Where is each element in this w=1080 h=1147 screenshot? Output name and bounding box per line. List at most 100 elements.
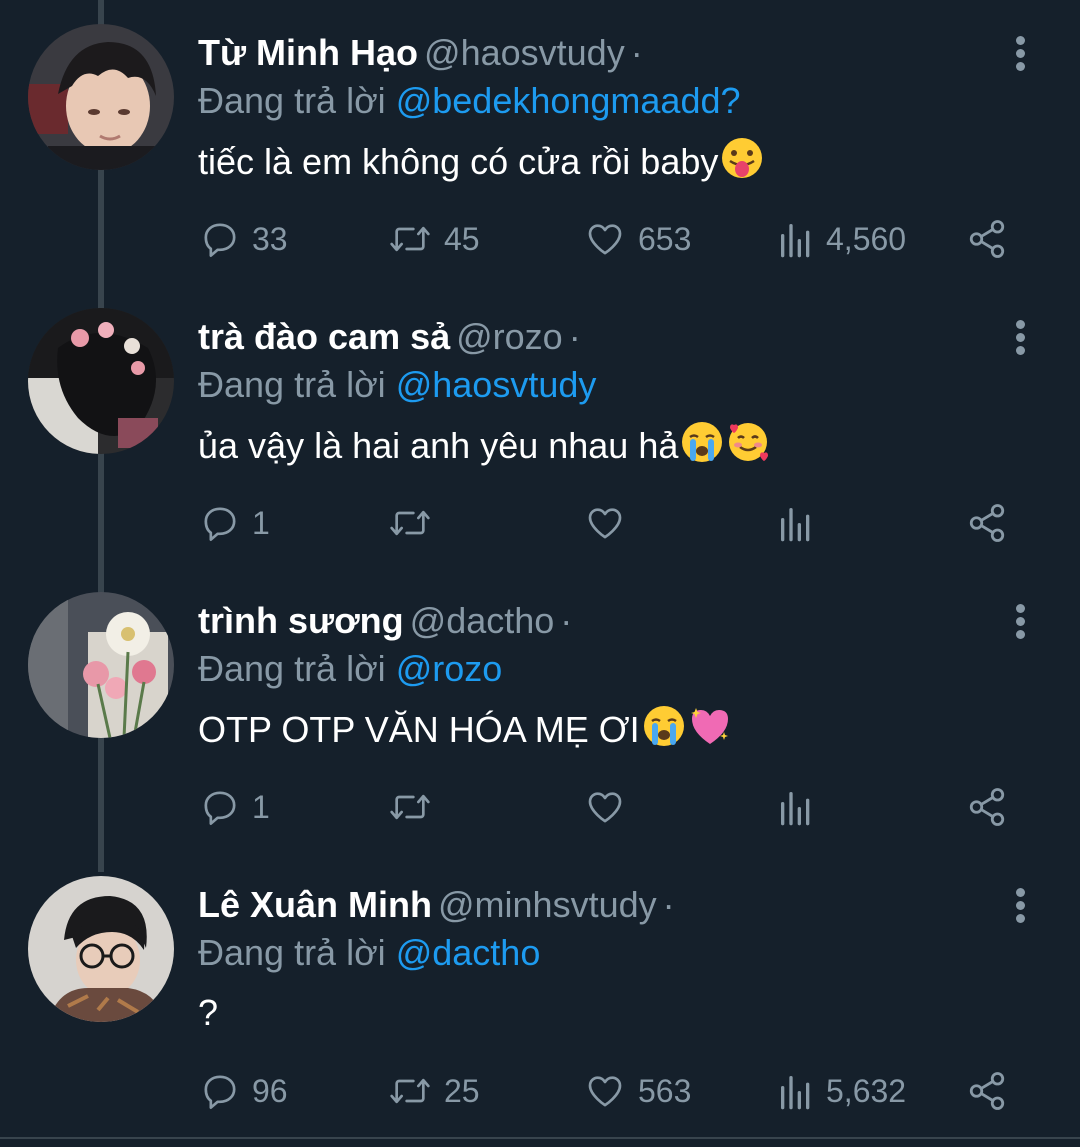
tweet-text-content: OTP OTP VĂN HÓA MẸ ƠI — [198, 709, 640, 750]
reply-button[interactable]: 1 — [200, 782, 270, 832]
tweet-text-content: ủa vậy là hai anh yêu nhau hả — [198, 425, 679, 466]
tweet-actions: 1 — [198, 498, 1028, 548]
share-button[interactable] — [966, 214, 1008, 264]
retweet-button[interactable] — [388, 498, 444, 548]
separator-dot: · — [560, 600, 573, 641]
tweet-header: Từ Minh Hạo @haosvtudy · — [198, 28, 643, 78]
replying-to-label: Đang trả lời — [198, 648, 386, 689]
heart-icon — [584, 1071, 626, 1111]
views-button[interactable] — [778, 782, 826, 832]
retweet-count: 25 — [444, 1072, 480, 1109]
share-icon — [966, 218, 1008, 260]
share-button[interactable] — [966, 498, 1008, 548]
replying-to-label: Đang trả lời — [198, 932, 386, 973]
replying-to-label: Đang trả lời — [198, 364, 386, 405]
replying-to-label: Đang trả lời — [198, 80, 386, 121]
share-icon — [966, 1070, 1008, 1112]
tweet-card[interactable]: trình sương @dactho · Đang trả lời @rozo O… — [0, 568, 1080, 852]
reply-button[interactable]: 96 — [200, 1066, 288, 1116]
analytics-icon — [778, 1071, 814, 1111]
retweet-icon — [388, 503, 432, 543]
reply-thread: Từ Minh Hạo @haosvtudy · Đang trả lời @bed… — [0, 0, 1080, 1147]
tweet-text: tiếc là em không có cửa rồi baby — [198, 136, 764, 193]
replying-to-mention[interactable]: @haosvtudy — [396, 364, 597, 405]
replying-to-mention[interactable]: @bedekhongmaadd? — [396, 80, 741, 121]
display-name[interactable]: Từ Minh Hạo — [198, 32, 418, 73]
share-icon — [966, 502, 1008, 544]
like-button[interactable] — [584, 498, 638, 548]
tweet-text: ? — [198, 988, 218, 1038]
avatar[interactable] — [28, 592, 174, 738]
views-button[interactable]: 5,632 — [778, 1066, 906, 1116]
retweet-icon — [388, 1071, 432, 1111]
views-button[interactable] — [778, 498, 826, 548]
reply-button[interactable]: 1 — [200, 498, 270, 548]
tweet-header: Lê Xuân Minh @minhsvtudy · — [198, 880, 675, 930]
views-button[interactable]: 4,560 — [778, 214, 906, 264]
crying-emoji — [680, 420, 724, 477]
separator-dot: · — [568, 316, 581, 357]
user-handle[interactable]: @haosvtudy — [424, 32, 625, 73]
display-name[interactable]: Lê Xuân Minh — [198, 884, 432, 925]
retweet-icon — [388, 787, 432, 827]
replying-to-line: Đang trả lời @rozo — [198, 644, 502, 694]
view-count: 4,560 — [826, 220, 907, 257]
separator-dot: · — [662, 884, 675, 925]
reply-button[interactable]: 33 — [200, 214, 288, 264]
share-icon — [966, 786, 1008, 828]
reply-icon — [200, 787, 240, 827]
replying-to-line: Đang trả lời @dactho — [198, 928, 540, 978]
replying-to-mention[interactable]: @rozo — [396, 648, 503, 689]
sparkling-heart-emoji — [688, 704, 732, 761]
avatar[interactable] — [28, 24, 174, 170]
share-button[interactable] — [966, 782, 1008, 832]
more-options-icon[interactable] — [1010, 604, 1030, 640]
separator-dot: · — [630, 32, 643, 73]
reply-icon — [200, 1071, 240, 1111]
retweet-button[interactable] — [388, 782, 444, 832]
tongue-out-emoji — [720, 136, 764, 193]
user-handle[interactable]: @rozo — [456, 316, 563, 357]
retweet-button[interactable]: 45 — [388, 214, 480, 264]
display-name[interactable]: trà đào cam sả — [198, 316, 450, 357]
tweet-card[interactable]: trà đào cam sả @rozo · Đang trả lời @haosv… — [0, 284, 1080, 568]
avatar[interactable] — [28, 876, 174, 1022]
view-count: 5,632 — [826, 1072, 907, 1109]
heart-icon — [584, 787, 626, 827]
replying-to-mention[interactable]: @dactho — [396, 932, 541, 973]
more-options-icon[interactable] — [1010, 36, 1030, 72]
user-handle[interactable]: @minhsvtudy — [438, 884, 657, 925]
reply-count: 33 — [252, 220, 288, 257]
like-count: 563 — [638, 1072, 692, 1109]
analytics-icon — [778, 503, 814, 543]
retweet-button[interactable]: 25 — [388, 1066, 480, 1116]
more-options-icon[interactable] — [1010, 888, 1030, 924]
heart-icon — [584, 503, 626, 543]
avatar[interactable] — [28, 308, 174, 454]
tweet-actions: 96 25 563 5,632 — [198, 1066, 1028, 1116]
share-button[interactable] — [966, 1066, 1008, 1116]
divider — [0, 1137, 1080, 1139]
more-options-icon[interactable] — [1010, 320, 1030, 356]
like-button[interactable]: 563 — [584, 1066, 691, 1116]
retweet-count: 45 — [444, 220, 480, 257]
reply-count: 1 — [252, 504, 270, 541]
replying-to-line: Đang trả lời @haosvtudy — [198, 360, 596, 410]
like-button[interactable]: 653 — [584, 214, 691, 264]
tweet-card[interactable]: Lê Xuân Minh @minhsvtudy · Đang trả lời @d… — [0, 852, 1080, 1136]
smiling-hearts-emoji — [726, 420, 770, 477]
user-handle[interactable]: @dactho — [410, 600, 555, 641]
like-button[interactable] — [584, 782, 638, 832]
tweet-card[interactable]: Từ Minh Hạo @haosvtudy · Đang trả lời @bed… — [0, 0, 1080, 284]
tweet-text-content: tiếc là em không có cửa rồi baby — [198, 141, 719, 182]
reply-count: 96 — [252, 1072, 288, 1109]
display-name[interactable]: trình sương — [198, 600, 404, 641]
replying-to-line: Đang trả lời @bedekhongmaadd? — [198, 76, 741, 126]
retweet-icon — [388, 219, 432, 259]
crying-emoji — [642, 704, 686, 761]
tweet-header: trà đào cam sả @rozo · — [198, 312, 581, 362]
reply-icon — [200, 219, 240, 259]
tweet-actions: 33 45 653 4,560 — [198, 214, 1028, 264]
reply-icon — [200, 503, 240, 543]
like-count: 653 — [638, 220, 692, 257]
